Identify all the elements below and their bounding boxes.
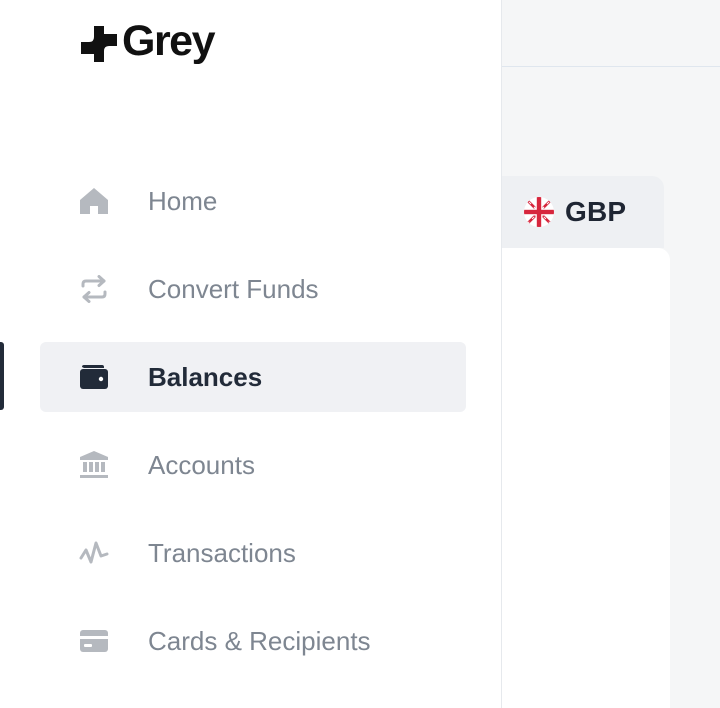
brand-name: Grey [122, 17, 216, 65]
grey-logo-mark [81, 25, 117, 62]
bank-icon [78, 449, 110, 481]
uk-flag-icon [524, 197, 554, 227]
wallet-icon [78, 361, 110, 393]
sidebar-item-label: Transactions [148, 537, 296, 568]
sidebar: Grey Home Convert Funds Balances Account… [0, 0, 502, 708]
sidebar-item-label: Balances [148, 361, 263, 392]
sidebar-item-label: Home [148, 185, 218, 216]
top-bar [502, 0, 720, 67]
home-icon [78, 185, 110, 217]
sidebar-item-label: Cards & Recipients [148, 625, 371, 656]
currency-tab-gbp[interactable]: GBP [502, 176, 664, 248]
activity-icon [78, 537, 110, 569]
card-icon [78, 625, 110, 657]
swap-arrows-icon [78, 273, 110, 305]
balance-card [502, 248, 670, 708]
sidebar-item-home[interactable]: Home [40, 166, 466, 236]
sidebar-item-cards-recipients[interactable]: Cards & Recipients [40, 606, 466, 676]
sidebar-item-transactions[interactable]: Transactions [40, 518, 466, 588]
sidebar-item-label: Convert Funds [148, 273, 319, 304]
sidebar-item-label: Accounts [148, 449, 255, 480]
sidebar-item-convert-funds[interactable]: Convert Funds [40, 254, 466, 324]
sidebar-item-accounts[interactable]: Accounts [40, 430, 466, 500]
active-indicator [0, 342, 4, 410]
brand-logo[interactable]: Grey [80, 17, 216, 65]
currency-code: GBP [565, 196, 627, 227]
sidebar-item-balances[interactable]: Balances [40, 342, 466, 412]
